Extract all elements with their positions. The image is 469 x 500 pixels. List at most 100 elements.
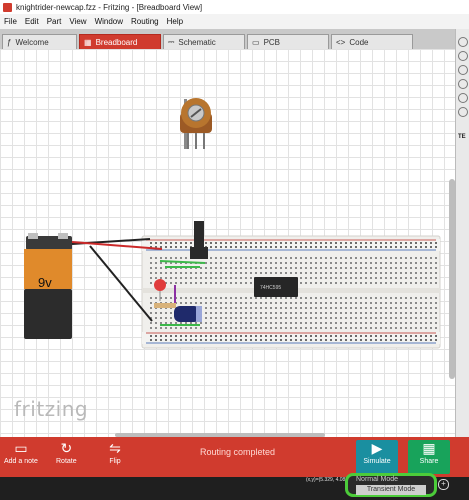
breadboard-hole: [250, 242, 252, 244]
breadboard-hole: [425, 312, 427, 314]
breadboard-hole: [410, 307, 412, 309]
breadboard-hole: [310, 307, 312, 309]
menu-part[interactable]: Part: [47, 17, 62, 26]
breadboard-hole: [385, 302, 387, 304]
panel-button-1[interactable]: [458, 37, 468, 47]
breadboard-hole: [275, 272, 277, 274]
breadboard-hole: [320, 282, 322, 284]
fritzing-logo: fritzing: [14, 397, 89, 421]
breadboard-hole: [275, 302, 277, 304]
panel-button-3[interactable]: [458, 65, 468, 75]
menu-edit[interactable]: Edit: [25, 17, 39, 26]
panel-button-5[interactable]: [458, 93, 468, 103]
breadboard-hole: [255, 335, 257, 337]
breadboard-hole: [170, 246, 172, 248]
tab-breadboard[interactable]: ▦ Breadboard: [79, 34, 161, 49]
breadboard-hole: [275, 262, 277, 264]
breadboard-hole: [295, 242, 297, 244]
share-button[interactable]: ▦ Share: [408, 440, 450, 474]
potentiometer[interactable]: [180, 98, 212, 149]
tab-pcb[interactable]: ▭ PCB: [247, 34, 329, 49]
breadboard-hole: [210, 327, 212, 329]
breadboard-hole: [335, 339, 337, 341]
breadboard-hole: [280, 307, 282, 309]
normal-mode-option[interactable]: Normal Mode: [356, 476, 398, 483]
breadboard-hole: [220, 327, 222, 329]
breadboard-hole: [325, 322, 327, 324]
breadboard-hole: [265, 272, 267, 274]
breadboard-hole: [415, 262, 417, 264]
breadboard-hole: [310, 272, 312, 274]
breadboard-hole: [225, 327, 227, 329]
breadboard-hole: [280, 339, 282, 341]
breadboard-hole: [425, 322, 427, 324]
transient-mode-option[interactable]: Transient Mode: [356, 485, 426, 495]
menu-help[interactable]: Help: [167, 17, 183, 26]
simulate-button[interactable]: ▶ Simulate: [356, 440, 398, 474]
breadboard-hole: [305, 267, 307, 269]
panel-button-2[interactable]: [458, 51, 468, 61]
breadboard-hole: [155, 277, 157, 279]
breadboard-hole: [305, 302, 307, 304]
breadboard-hole: [310, 322, 312, 324]
breadboard-hole: [320, 327, 322, 329]
breadboard-hole: [320, 297, 322, 299]
breadboard-hole: [175, 339, 177, 341]
breadboard-hole: [340, 322, 342, 324]
breadboard-hole: [390, 242, 392, 244]
breadboard-hole: [190, 339, 192, 341]
breadboard-hole: [150, 282, 152, 284]
breadboard-hole: [345, 302, 347, 304]
tab-welcome[interactable]: ƒ Welcome: [2, 34, 77, 49]
breadboard-hole: [250, 307, 252, 309]
breadboard-hole: [300, 272, 302, 274]
breadboard-hole: [405, 317, 407, 319]
breadboard-hole: [310, 312, 312, 314]
tab-schematic[interactable]: ⎓ Schematic: [163, 34, 245, 49]
tab-code[interactable]: <> Code: [331, 34, 413, 49]
menu-view[interactable]: View: [69, 17, 86, 26]
breadboard-hole: [345, 312, 347, 314]
breadboard-hole: [165, 297, 167, 299]
breadboard-hole: [375, 302, 377, 304]
breadboard-hole: [155, 317, 157, 319]
battery-9v[interactable]: 9v: [24, 233, 72, 339]
breadboard-hole: [305, 339, 307, 341]
breadboard-hole: [245, 246, 247, 248]
breadboard-hole: [270, 272, 272, 274]
breadboard-hole: [195, 277, 197, 279]
breadboard-hole: [210, 297, 212, 299]
breadboard-hole: [400, 277, 402, 279]
breadboard-hole: [235, 339, 237, 341]
breadboard-hole: [285, 307, 287, 309]
menu-window[interactable]: Window: [95, 17, 123, 26]
menu-routing[interactable]: Routing: [131, 17, 159, 26]
breadboard-hole: [285, 327, 287, 329]
breadboard-canvas[interactable]: 74HC595 9v fritzing: [0, 49, 455, 437]
breadboard-hole: [300, 339, 302, 341]
breadboard-hole: [220, 277, 222, 279]
breadboard-hole: [265, 307, 267, 309]
breadboard-hole: [280, 322, 282, 324]
panel-button-4[interactable]: [458, 79, 468, 89]
ic-chip[interactable]: 74HC595: [254, 277, 298, 297]
resistor[interactable]: [154, 303, 176, 308]
rotate-button[interactable]: ↻ Rotate: [56, 440, 77, 466]
breadboard-hole: [325, 242, 327, 244]
breadboard-hole: [405, 246, 407, 248]
panel-button-6[interactable]: [458, 107, 468, 117]
electrolytic-capacitor[interactable]: [174, 306, 202, 322]
flip-button[interactable]: ⇋ Flip: [106, 440, 124, 466]
breadboard-hole: [400, 257, 402, 259]
breadboard-hole: [290, 272, 292, 274]
breadboard-hole: [360, 297, 362, 299]
add-icon[interactable]: +: [438, 479, 449, 490]
menu-file[interactable]: File: [4, 17, 17, 26]
breadboard-hole: [400, 242, 402, 244]
breadboard-hole: [270, 246, 272, 248]
breadboard-hole: [385, 282, 387, 284]
breadboard-hole: [345, 327, 347, 329]
add-note-button[interactable]: ▭ Add a note: [4, 440, 38, 466]
breadboard-hole: [315, 257, 317, 259]
breadboard-hole: [310, 242, 312, 244]
